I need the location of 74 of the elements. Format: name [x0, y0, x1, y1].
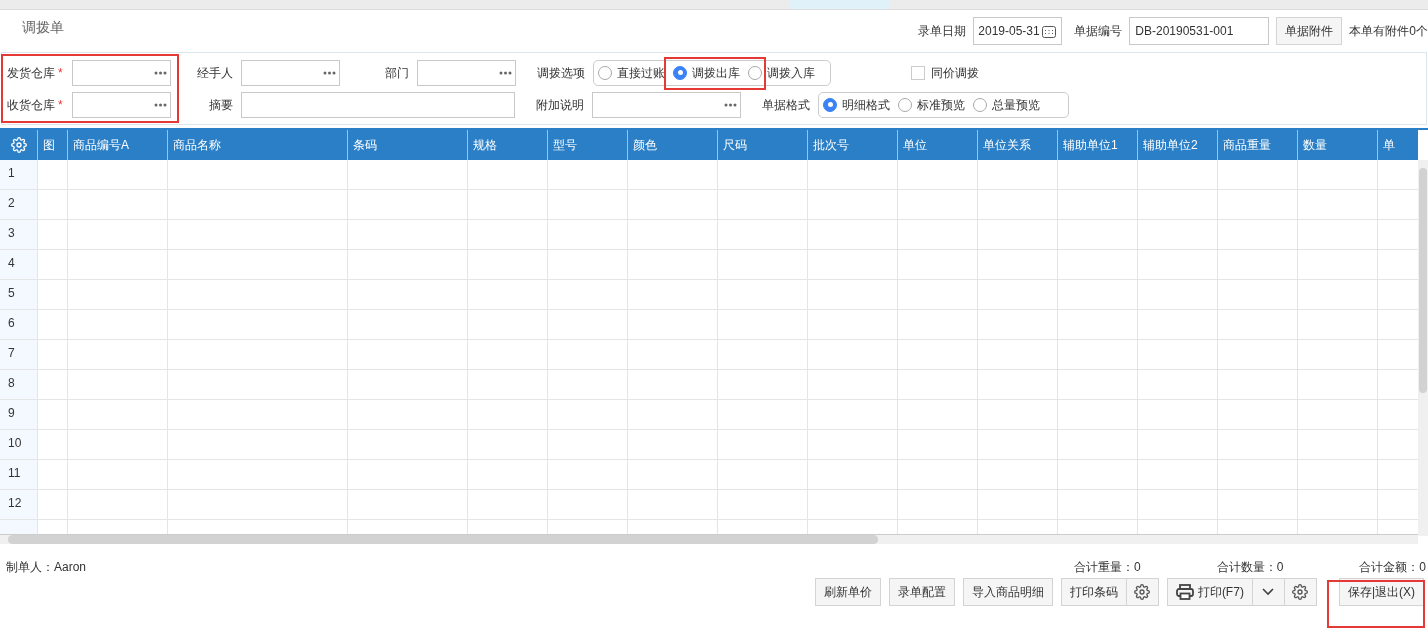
save-exit-button[interactable]: 保存|退出(X) [1338, 578, 1424, 606]
row-number: 11 [8, 466, 21, 480]
total-text: 合计金额：0 [1359, 559, 1426, 576]
field-label: 发货仓库 [7, 64, 55, 82]
vertical-scrollbar[interactable] [1418, 160, 1428, 536]
field-label: 单据格式 [761, 96, 811, 114]
total-text: 合计数量：0 [1216, 559, 1284, 576]
checkbox[interactable] [911, 65, 925, 80]
picker-field[interactable] [72, 59, 171, 86]
picker-field[interactable] [241, 59, 340, 86]
required-mark: * [58, 64, 64, 82]
radio-button[interactable] [823, 97, 837, 112]
row-number: 5 [8, 286, 15, 300]
settings-button[interactable] [1126, 578, 1159, 606]
settings-button[interactable] [1284, 578, 1317, 606]
row-number: 10 [8, 436, 22, 450]
row-number: 12 [8, 496, 22, 510]
total-text: 合计重量：0 [1073, 559, 1141, 576]
date-field[interactable]: 2019-05-31 [973, 17, 1063, 45]
settings-icon[interactable] [1134, 584, 1151, 600]
refresh-price-button[interactable]: 刷新单价 [814, 578, 881, 606]
dropdown-button[interactable] [1252, 578, 1285, 606]
radio-label: 调拨入库 [767, 64, 815, 82]
row-number: 3 [8, 226, 15, 240]
import-button[interactable]: 导入商品明细 [962, 578, 1053, 606]
row-number: 4 [8, 256, 15, 270]
picker-field[interactable] [417, 59, 516, 86]
print-barcode-button[interactable]: 打印条码 [1060, 578, 1127, 606]
more-icon[interactable] [154, 70, 167, 75]
page-title: 调拨单 [22, 18, 64, 37]
field-label: 调拨选项 [536, 64, 586, 82]
radio-label: 标准预览 [917, 96, 965, 114]
field-label: 附加说明 [535, 96, 585, 114]
more-icon[interactable] [499, 70, 512, 75]
chevron-down-icon [1262, 588, 1275, 596]
field-label: 摘要 [208, 96, 234, 114]
attachment-button[interactable]: 单据附件 [1276, 17, 1343, 45]
printer-icon [1175, 584, 1194, 600]
settings-icon[interactable] [1292, 584, 1309, 600]
input-field[interactable]: DB-20190531-001 [1129, 17, 1270, 45]
maker-text: 制单人：Aaron [6, 559, 87, 576]
horizontal-scrollbar[interactable] [0, 534, 1418, 544]
more-icon[interactable] [724, 102, 737, 107]
picker-field[interactable] [72, 91, 171, 118]
checkbox-label: 同价调拨 [931, 64, 979, 82]
more-icon[interactable] [323, 70, 336, 75]
picker-field[interactable] [592, 91, 741, 118]
row-number: 2 [8, 196, 15, 210]
input-field[interactable] [241, 91, 515, 118]
attachment-note: 本单有附件0个 [1349, 23, 1428, 40]
radio-label: 明细格式 [842, 96, 890, 114]
radio-button[interactable] [673, 65, 687, 80]
config-button[interactable]: 录单配置 [888, 578, 955, 606]
radio-button[interactable] [748, 65, 762, 80]
radio-button[interactable] [973, 97, 987, 112]
row-number: 6 [8, 316, 15, 330]
row-number: 8 [8, 376, 15, 390]
field-label: 部门 [384, 64, 410, 82]
field-label: 单据编号 [1074, 23, 1123, 40]
radio-label: 调拨出库 [692, 64, 740, 82]
radio-button[interactable] [598, 65, 612, 80]
field-label: 收货仓库 [7, 96, 55, 114]
radio-label: 总量预览 [992, 96, 1040, 114]
radio-label: 直接过账 [617, 64, 665, 82]
calendar-icon[interactable] [1041, 24, 1056, 38]
row-number: 7 [8, 346, 15, 360]
row-number: 1 [8, 166, 15, 180]
required-mark: * [58, 96, 64, 114]
more-icon[interactable] [154, 102, 167, 107]
print-button[interactable]: 打印(F7) [1166, 578, 1253, 606]
row-number: 9 [8, 406, 15, 420]
radio-button[interactable] [898, 97, 912, 112]
field-label: 经手人 [196, 64, 234, 82]
field-label: 录单日期 [918, 23, 967, 40]
